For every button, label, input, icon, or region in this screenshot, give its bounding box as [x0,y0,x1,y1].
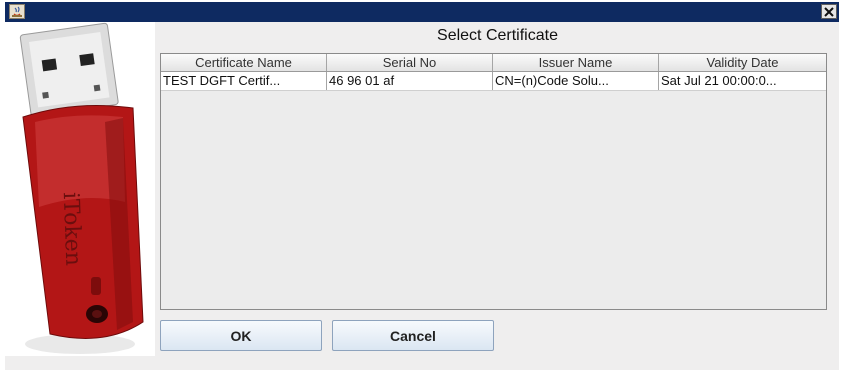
cell-serial-no: 46 96 01 af [327,72,493,90]
cell-certificate-name: TEST DGFT Certif... [161,72,327,90]
certificate-table: Certificate Name Serial No Issuer Name V… [160,53,827,310]
title-bar [5,2,839,22]
dialog-title: Select Certificate [437,27,558,44]
close-icon [824,6,834,17]
column-header-issuer-name[interactable]: Issuer Name [493,54,659,71]
table-row[interactable]: TEST DGFT Certif... 46 96 01 af CN=(n)Co… [161,72,826,91]
token-brand-text: iToken [58,192,86,267]
column-header-validity-date[interactable]: Validity Date [659,54,826,71]
usb-token-image: iToken [5,22,155,356]
close-button[interactable] [821,4,837,19]
cell-validity-date: Sat Jul 21 00:00:0... [661,73,777,88]
column-header-certificate-name[interactable]: Certificate Name [161,54,327,71]
column-header-serial-no[interactable]: Serial No [327,54,493,71]
java-icon [9,4,25,19]
certificate-dialog-window: iToken Select Certificate Certificate Na… [0,0,843,372]
cell-issuer-name: CN=(n)Code Solu... [493,72,659,90]
cancel-button[interactable]: Cancel [332,320,494,351]
ok-button[interactable]: OK [160,320,322,351]
dialog-content: iToken Select Certificate Certificate Na… [5,22,839,370]
table-header: Certificate Name Serial No Issuer Name V… [161,54,826,72]
